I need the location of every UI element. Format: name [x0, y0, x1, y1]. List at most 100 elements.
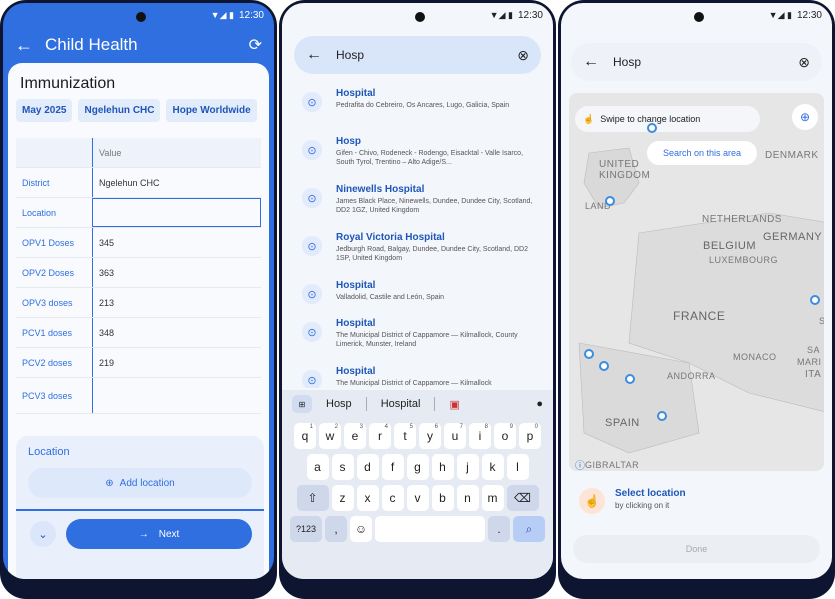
- list-item[interactable]: ⊙ Hospital Pedrafita do Cebreiro, Os Ancar…: [282, 88, 553, 136]
- location-pin-icon[interactable]: [605, 196, 615, 206]
- suggestion[interactable]: Hosp: [326, 398, 352, 410]
- map-view[interactable]: ☝ Swipe to change location ⊕ Search on t…: [569, 93, 824, 471]
- key-hint: 3: [359, 424, 363, 430]
- key[interactable]: s: [331, 454, 354, 480]
- list-item[interactable]: ⊙ Hospital The Municipal District of Cappa…: [282, 366, 553, 388]
- list-item[interactable]: ⊙ Hosp Gifen - Chivo, Rodeneck - Rodengo, …: [282, 136, 553, 184]
- key-hint: 4: [384, 424, 388, 430]
- next-button[interactable]: → Next: [66, 519, 252, 549]
- list-item[interactable]: ⊙ Hospital Valladolid, Castile and León, S…: [282, 280, 553, 318]
- wifi-icon: ▼◢ ▮: [489, 9, 513, 20]
- map-label: GIBRALTAR: [585, 460, 640, 470]
- chip-org-unit[interactable]: Ngelehun CHC: [78, 99, 161, 122]
- select-location-title: Select location: [615, 488, 686, 499]
- key[interactable]: 8i: [469, 423, 491, 449]
- key[interactable]: l: [506, 454, 529, 480]
- key[interactable]: b: [431, 485, 454, 511]
- backspace-key-icon[interactable]: ⌫: [506, 485, 539, 511]
- result-title: Hospital: [336, 280, 376, 291]
- result-title: Royal Victoria Hospital: [336, 232, 445, 243]
- key[interactable]: v: [406, 485, 429, 511]
- key[interactable]: 2w: [319, 423, 341, 449]
- key[interactable]: k: [481, 454, 504, 480]
- collapse-button[interactable]: ⌄: [30, 521, 56, 547]
- key[interactable]: f: [381, 454, 404, 480]
- add-location-button[interactable]: ⊕ Add location: [28, 468, 252, 498]
- table-row: PCV2 doses 219: [16, 348, 261, 378]
- suggestion[interactable]: Hospital: [381, 398, 421, 410]
- done-button[interactable]: Done: [573, 535, 820, 563]
- touch-icon: ☝: [579, 488, 605, 514]
- row-label: OPV3 doses: [22, 297, 73, 308]
- back-arrow-icon[interactable]: ←: [306, 46, 322, 64]
- map-label: DENMARK: [765, 150, 819, 161]
- row-value-cell[interactable]: 219: [92, 348, 261, 377]
- location-pin-icon[interactable]: [625, 374, 635, 384]
- key[interactable]: g: [406, 454, 429, 480]
- app-title: Child Health: [45, 35, 138, 54]
- add-location-label: Add location: [119, 477, 175, 489]
- mic-icon[interactable]: ●: [536, 398, 543, 410]
- my-location-button[interactable]: ⊕: [792, 104, 818, 130]
- key[interactable]: 1q: [294, 423, 316, 449]
- list-item[interactable]: ⊙ Ninewells Hospital James Black Place, Ni…: [282, 184, 553, 232]
- shift-key-icon[interactable]: ⇧: [296, 485, 329, 511]
- row-value-cell[interactable]: 348: [92, 318, 261, 347]
- search-input[interactable]: Hosp: [336, 48, 517, 62]
- key[interactable]: a: [306, 454, 329, 480]
- hospital-emoji-icon[interactable]: ▣: [449, 398, 459, 411]
- key[interactable]: n: [456, 485, 479, 511]
- key[interactable]: d: [356, 454, 379, 480]
- row-value-cell[interactable]: Ngelehun CHC: [92, 168, 261, 197]
- key[interactable]: j: [456, 454, 479, 480]
- row-value-cell[interactable]: 345: [92, 228, 261, 257]
- row-value-cell[interactable]: 363: [92, 258, 261, 287]
- clear-icon[interactable]: ⊗: [517, 47, 529, 64]
- key-label: r: [378, 429, 382, 443]
- search-bar[interactable]: ← Hosp ⊗: [294, 36, 541, 74]
- map-label: NETHERLANDS: [702, 214, 782, 225]
- location-pin-icon[interactable]: [810, 295, 820, 305]
- chip-period[interactable]: May 2025: [16, 99, 73, 122]
- search-input[interactable]: Hosp: [613, 55, 798, 69]
- grid-icon[interactable]: ⊞: [292, 395, 312, 413]
- key[interactable]: 0p: [519, 423, 541, 449]
- back-arrow-icon[interactable]: ←: [15, 35, 33, 56]
- key[interactable]: m: [481, 485, 504, 511]
- key[interactable]: h: [431, 454, 454, 480]
- row-value-cell[interactable]: [92, 378, 261, 413]
- key[interactable]: 6y: [419, 423, 441, 449]
- key[interactable]: 4r: [369, 423, 391, 449]
- row-label: OPV2 Doses: [22, 267, 75, 278]
- list-item[interactable]: ⊙ Royal Victoria Hospital Jedburgh Road, B…: [282, 232, 553, 280]
- back-arrow-icon[interactable]: ←: [583, 53, 599, 71]
- clear-icon[interactable]: ⊗: [798, 54, 810, 71]
- info-icon[interactable]: ⓘ: [575, 457, 585, 471]
- key[interactable]: c: [381, 485, 404, 511]
- emoji-key-icon[interactable]: ☺: [350, 516, 372, 542]
- key[interactable]: 9o: [494, 423, 516, 449]
- row-value-cell[interactable]: 213: [92, 288, 261, 317]
- location-pin-icon[interactable]: [647, 123, 657, 133]
- chip-category[interactable]: Hope Worldwide: [166, 99, 257, 122]
- numbers-key[interactable]: ?123: [290, 516, 322, 542]
- location-pin-icon[interactable]: [599, 361, 609, 371]
- sync-icon[interactable]: ⟳: [249, 35, 262, 55]
- key[interactable]: z: [331, 485, 354, 511]
- table-row: OPV3 doses 213: [16, 288, 261, 318]
- comma-key[interactable]: ,: [325, 516, 347, 542]
- location-pin-icon[interactable]: [657, 411, 667, 421]
- key[interactable]: 5t: [394, 423, 416, 449]
- search-key-icon[interactable]: ⌕: [513, 516, 545, 542]
- map-label: ITA: [805, 369, 822, 380]
- search-bar[interactable]: ← Hosp ⊗: [571, 43, 822, 81]
- space-key[interactable]: [375, 516, 485, 542]
- key[interactable]: 7u: [444, 423, 466, 449]
- key[interactable]: 3e: [344, 423, 366, 449]
- list-item[interactable]: ⊙ Hospital The Municipal District of Cappa…: [282, 318, 553, 366]
- period-key[interactable]: .: [488, 516, 510, 542]
- key[interactable]: x: [356, 485, 379, 511]
- row-value-cell[interactable]: [92, 198, 261, 227]
- location-pin-icon[interactable]: [584, 349, 594, 359]
- screen: ▼◢ ▮ 12:30 ← Child Health ⟳ Immunization…: [3, 3, 274, 579]
